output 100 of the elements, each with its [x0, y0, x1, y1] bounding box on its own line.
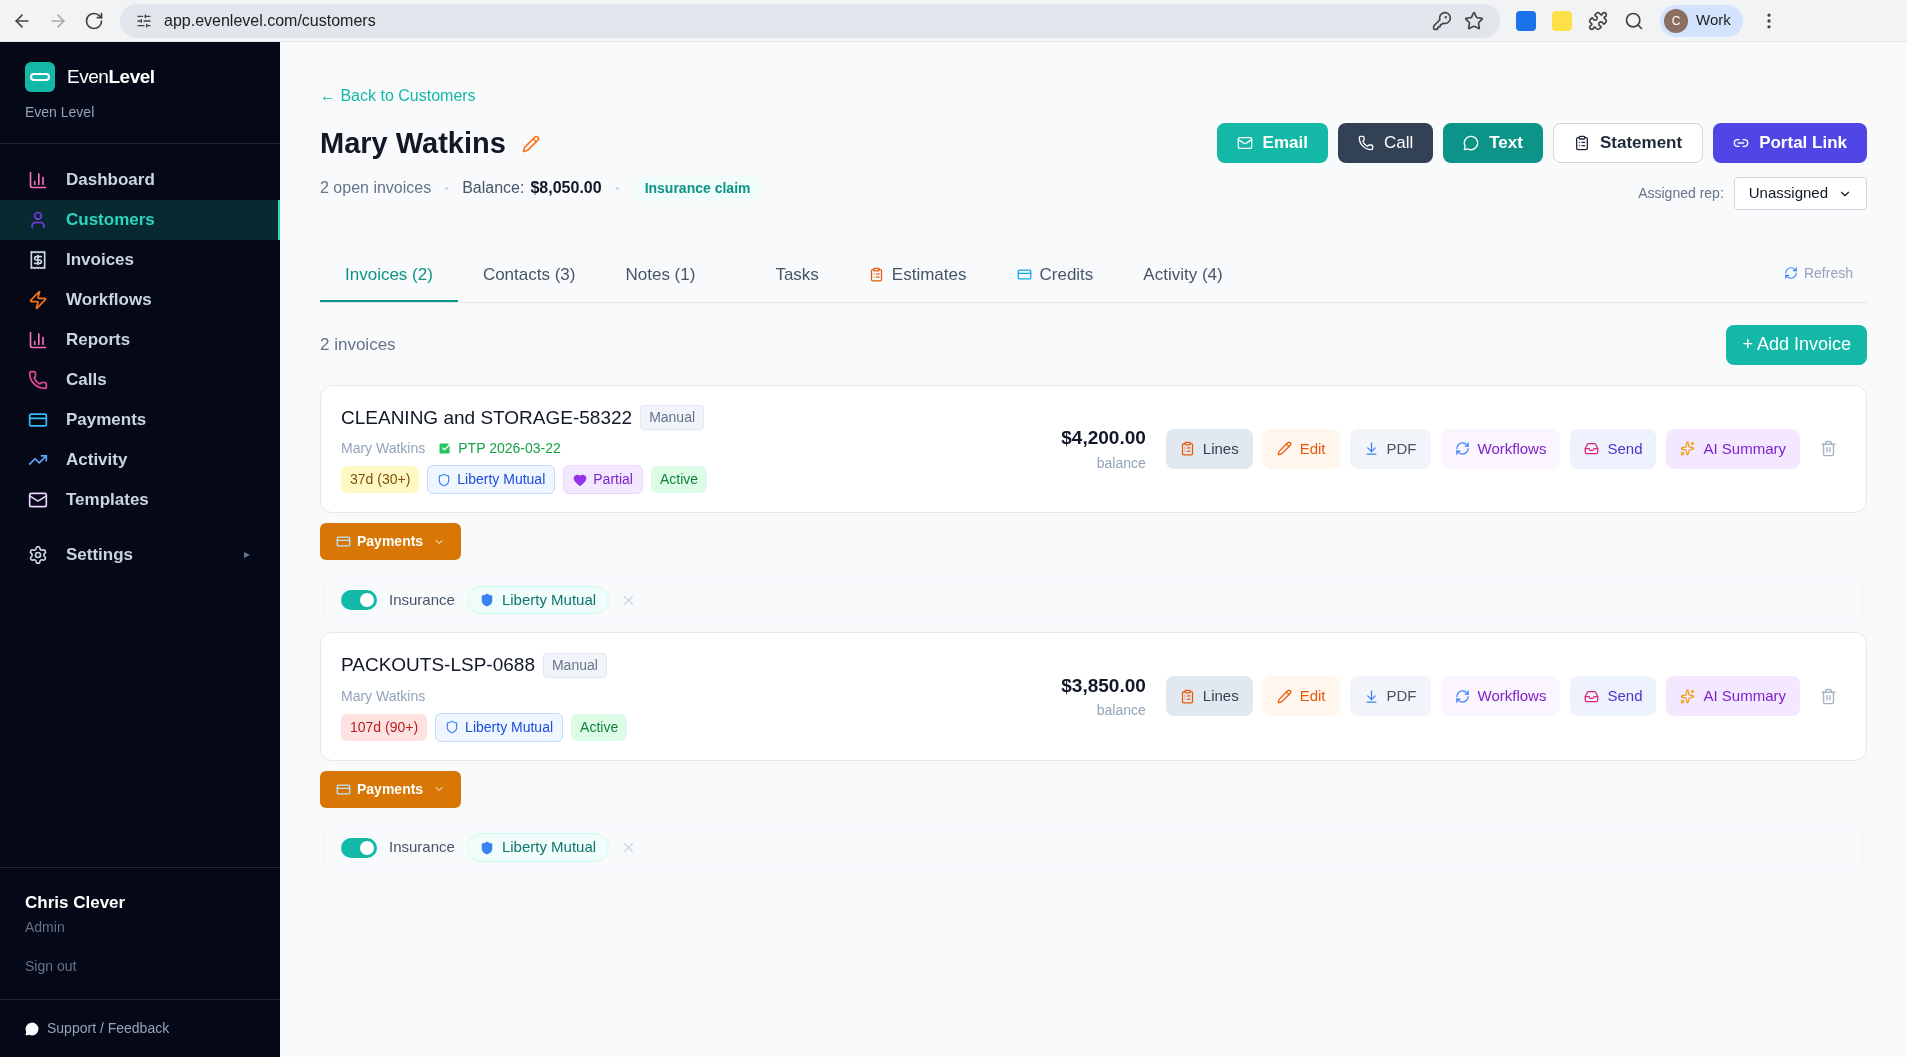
- invoice-action-button[interactable]: Workflows: [1440, 676, 1561, 717]
- insurance-label: Insurance: [389, 837, 455, 858]
- inbox-icon: [1584, 688, 1600, 704]
- source-tag: Manual: [542, 652, 607, 678]
- invoice-action-button[interactable]: Lines: [1165, 676, 1253, 717]
- status-badge: Partial: [563, 465, 643, 494]
- contact-action-button[interactable]: Call: [1337, 123, 1434, 163]
- insurance-label: Insurance: [389, 589, 455, 610]
- key-icon[interactable]: [1432, 10, 1452, 31]
- status-badge: 37d (30+): [341, 466, 420, 493]
- sparkles-icon: [1680, 688, 1696, 704]
- clipboard-icon: [1179, 441, 1195, 457]
- url-text: app.evenlevel.com/customers: [164, 10, 377, 31]
- bookmark-star-icon[interactable]: [1464, 10, 1484, 31]
- user-name: Chris Clever: [25, 891, 127, 914]
- sidebar-item[interactable]: Invoices: [0, 240, 280, 280]
- assigned-rep-label: Assigned rep:: [1638, 184, 1724, 203]
- profile-chip[interactable]: C Work: [1660, 4, 1743, 37]
- sidebar-item[interactable]: Workflows: [0, 280, 280, 320]
- invoice-action-button[interactable]: AI Summary: [1666, 428, 1800, 469]
- profile-avatar: C: [1664, 8, 1688, 33]
- sparkles-icon: [1680, 441, 1696, 457]
- tab[interactable]: Contacts (3): [457, 262, 601, 302]
- source-tag: Manual: [640, 405, 705, 431]
- invoice-action-button[interactable]: PDF: [1349, 676, 1431, 717]
- invoice-amount: $4,200.00: [1061, 426, 1146, 450]
- invoice-count: 2 invoices: [320, 333, 396, 356]
- search-tab-icon[interactable]: [1624, 10, 1644, 31]
- tab[interactable]: Tasks: [750, 262, 844, 302]
- check-icon: [437, 441, 453, 456]
- envelope-icon: [1236, 135, 1253, 151]
- envelope-icon: [28, 490, 48, 510]
- balance-value: $8,050.00: [530, 178, 602, 198]
- status-badge: Liberty Mutual: [435, 712, 564, 742]
- brand-name: EvenLevel: [67, 64, 155, 89]
- sidebar-item[interactable]: Activity: [0, 440, 280, 480]
- customer-title: Mary Watkins: [320, 126, 506, 161]
- insurance-toggle[interactable]: [341, 590, 377, 610]
- extensions-icon[interactable]: [1588, 10, 1608, 31]
- sidebar-item[interactable]: Reports: [0, 320, 280, 360]
- shield-icon: [479, 840, 494, 855]
- carrier-tag: Liberty Mutual: [466, 585, 610, 615]
- insurance-toggle[interactable]: [341, 837, 377, 858]
- tab[interactable]: Activity (4): [1118, 262, 1248, 302]
- sidebar-item[interactable]: Customers: [0, 200, 280, 240]
- receipt-icon: [28, 250, 48, 270]
- contact-action-button[interactable]: Text: [1443, 123, 1543, 163]
- credit-card-icon: [336, 534, 351, 549]
- sidebar-item[interactable]: Templates: [0, 480, 280, 520]
- shield-icon: [479, 593, 494, 607]
- status-badge: Liberty Mutual: [427, 465, 556, 494]
- speech-bubble-icon: [25, 1021, 39, 1036]
- address-bar[interactable]: app.evenlevel.com/customers: [120, 3, 1500, 38]
- invoice-action-button[interactable]: PDF: [1349, 428, 1431, 469]
- open-invoices-count: 2 open invoices: [320, 178, 432, 198]
- sidebar-item[interactable]: Dashboard: [0, 160, 280, 200]
- tab[interactable]: Credits: [991, 262, 1119, 302]
- credit-card-icon: [1016, 267, 1032, 283]
- customer-name: Mary Watkins: [341, 686, 426, 706]
- refresh-icon: [1454, 441, 1470, 457]
- sign-out-link[interactable]: Sign out: [25, 956, 255, 977]
- tab[interactable]: Invoices (2): [320, 262, 458, 302]
- tab[interactable]: Notes (1): [600, 262, 721, 302]
- invoice-action-button[interactable]: Lines: [1165, 428, 1253, 469]
- profile-label: Work: [1696, 10, 1731, 31]
- amount-label: balance: [1096, 701, 1146, 720]
- clipboard-icon: [1573, 135, 1590, 151]
- status-badge: 107d (90+): [341, 713, 428, 741]
- invoice-action-button[interactable]: Send: [1570, 676, 1657, 717]
- site-settings-icon[interactable]: [136, 12, 152, 29]
- trash-icon: [1819, 687, 1837, 705]
- logo-icon: [25, 62, 55, 92]
- invoice-number[interactable]: PACKOUTS-LSP-0688: [341, 651, 535, 680]
- invoice-action-button[interactable]: Workflows: [1440, 428, 1561, 469]
- refresh-icon: [1454, 688, 1470, 704]
- invoice-action-button[interactable]: Send: [1570, 428, 1657, 469]
- contact-action-button[interactable]: Statement: [1552, 123, 1704, 163]
- balance-label: Balance:: [462, 178, 525, 198]
- invoice-number[interactable]: CLEANING and STORAGE-58322: [341, 403, 633, 432]
- sidebar-item[interactable]: Calls: [0, 360, 280, 400]
- user-icon: [28, 210, 48, 230]
- clipboard-icon: [868, 267, 884, 283]
- pencil-icon[interactable]: [521, 134, 540, 153]
- phone-icon: [1357, 135, 1374, 151]
- tab[interactable]: Estimates: [843, 262, 992, 302]
- amount-label: balance: [1096, 453, 1146, 473]
- bar-chart-icon: [28, 330, 48, 350]
- sidebar-item[interactable]: Settings: [0, 535, 280, 575]
- insurance-claim-tag: Insurance claim: [632, 175, 763, 201]
- trash-icon: [1819, 440, 1837, 458]
- sidebar-item[interactable]: Payments: [0, 400, 280, 440]
- assigned-rep-select[interactable]: Unassigned: [1733, 177, 1867, 210]
- carrier-tag: Liberty Mutual: [466, 833, 610, 862]
- invoice-amount: $3,850.00: [1061, 673, 1146, 698]
- heart-icon: [573, 472, 588, 487]
- contact-action-button[interactable]: Portal Link: [1713, 123, 1867, 163]
- reload-icon[interactable]: [84, 10, 104, 31]
- invoice-action-button[interactable]: AI Summary: [1666, 676, 1800, 717]
- user-role: Admin: [25, 918, 66, 937]
- status-badge: Active: [571, 713, 628, 741]
